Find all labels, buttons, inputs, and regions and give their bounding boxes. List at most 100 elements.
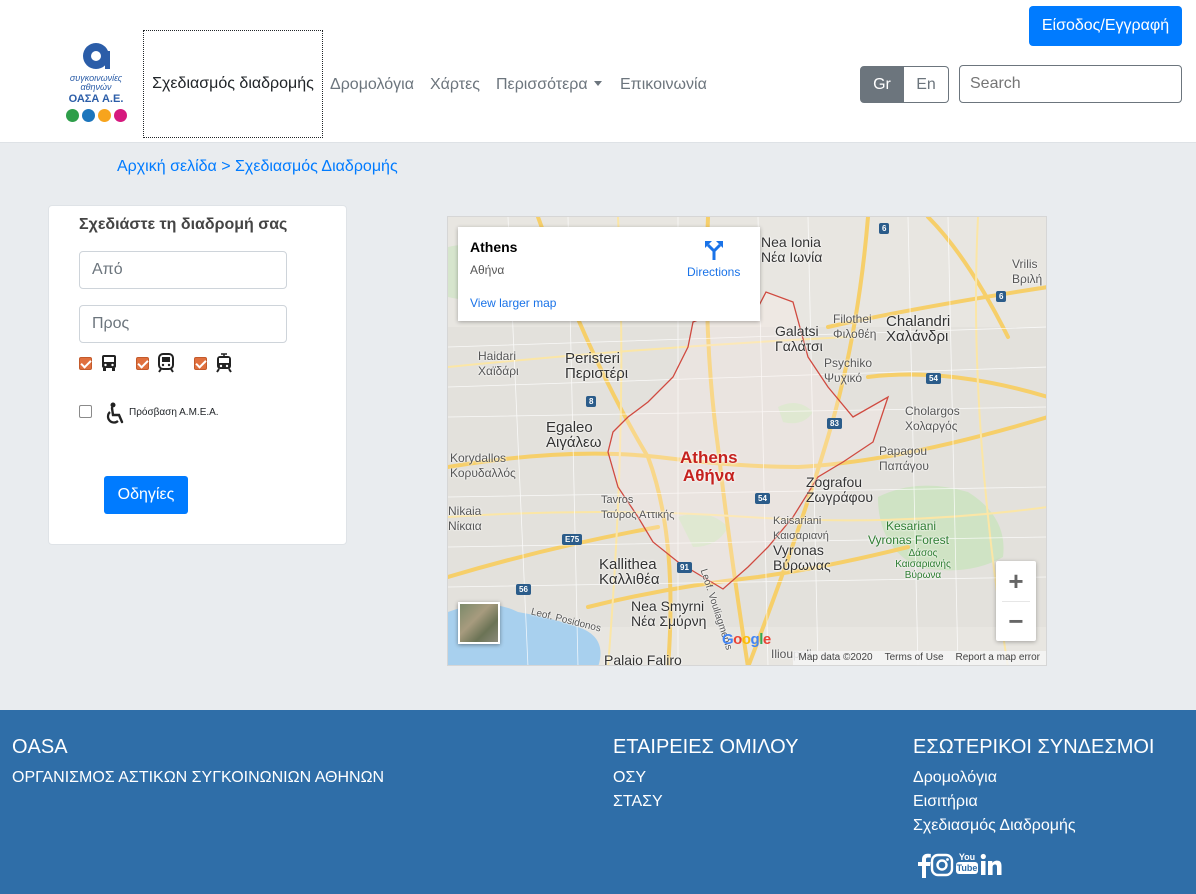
accessibility-label: Πρόσβαση Α.Μ.Ε.Α. <box>129 407 219 418</box>
zoom-in-button[interactable]: + <box>996 561 1036 601</box>
map-data-credit: Map data ©2020 <box>798 652 873 663</box>
youtube-text-you: You <box>958 852 976 862</box>
info-card-title: Athens <box>470 239 518 255</box>
oasa-logo-mark <box>83 43 110 69</box>
place-vrilis: Vrilis Βριλή <box>1012 257 1043 286</box>
metro-icon <box>158 353 174 373</box>
road-shield: 8 <box>586 396 597 407</box>
place-haidari: Haidari Χαϊδάρι <box>478 349 519 378</box>
satellite-toggle[interactable] <box>458 602 500 644</box>
place-kallithea: Kallithea Καλλιθέα <box>599 556 660 588</box>
directions-link[interactable]: Directions <box>687 265 740 279</box>
site-footer: OASA ΟΡΓΑΝΙΣΜΟΣ ΑΣΤΙΚΩΝ ΣΥΓΚΟΙΝΩΝΙΩΝ ΑΘΗ… <box>0 710 1196 894</box>
footer-group-heading: ΕΤΑΙΡΕΙΕΣ ΟΜΙΛΟΥ <box>613 736 799 758</box>
road-shield: 91 <box>677 562 692 573</box>
google-logo: Google <box>722 631 771 648</box>
place-nikaia: Nikaia Νίκαια <box>448 504 482 533</box>
nav-route-planning[interactable]: Σχεδιασμός διαδρομής <box>143 30 323 138</box>
road-shield: 56 <box>516 584 531 595</box>
nav-schedules[interactable]: Δρομολόγια <box>330 76 414 94</box>
info-card-subtitle: Αθήνα <box>470 263 505 277</box>
place-kaisariani: Kaisariani Καισαριανή <box>773 515 829 542</box>
from-input[interactable]: Από <box>79 251 287 289</box>
directions-icon[interactable] <box>703 239 725 261</box>
route-planner-panel: Σχεδιάστε τη διαδρομή σας Από Προς Πρόσβ… <box>48 205 347 545</box>
chevron-down-icon <box>593 81 602 86</box>
place-filothei: Filothei Φιλοθέη <box>833 312 877 341</box>
place-tavros: Tavros Ταύρος Αττικής <box>601 494 675 521</box>
place-cholargos: Cholargos Χολαργός <box>905 404 960 433</box>
to-input[interactable]: Προς <box>79 305 287 343</box>
logo-text-line2: αθηνών <box>80 82 112 92</box>
road-shield: 54 <box>755 493 770 504</box>
footer-link-schedules[interactable]: Δρομολόγια <box>913 769 997 787</box>
place-korydallos: Korydallos Κορυδαλλός <box>450 451 516 480</box>
road-shield: 54 <box>926 373 941 384</box>
trolley-dot-icon <box>81 109 95 122</box>
place-papagou: Papagou Παπάγου <box>879 444 929 473</box>
city-label-athens: Athens Αθήνα <box>680 448 738 485</box>
road-shield: 6 <box>996 291 1007 302</box>
place-galatsi: Galatsi Γαλάτσι <box>775 323 823 354</box>
terms-of-use-link[interactable]: Terms of Use <box>879 651 950 665</box>
bus-icon <box>102 355 116 371</box>
green-forest-greek: Δάσος Καισαριανής Βύρωνα <box>895 548 951 581</box>
map-embed[interactable]: Nea Ionia Νέα Ιωνία Galatsi Γαλάτσι Filoth… <box>447 216 1047 666</box>
navbar: συγκοινωνίες αθηνών ΟΑΣΑ Α.Ε. Σχεδιασμός… <box>0 0 1196 143</box>
youtube-text-tube: Tube <box>956 862 978 874</box>
transport-dots <box>60 109 132 122</box>
map-attribution: Map data ©2020 Terms of Use Report a map… <box>792 651 1046 665</box>
nav-maps[interactable]: Χάρτες <box>430 76 480 94</box>
tram-checkbox[interactable] <box>194 357 207 370</box>
footer-link-route-planning[interactable]: Σχεδιασμός Διαδρομής <box>913 817 1076 835</box>
footer-oasa-heading: OASA <box>12 736 68 758</box>
oasa-logo[interactable]: συγκοινωνίες αθηνών ΟΑΣΑ Α.Ε. <box>60 43 132 127</box>
footer-link-osy[interactable]: ΟΣΥ <box>613 769 646 787</box>
tram-dot-icon <box>113 109 127 122</box>
search-input[interactable] <box>959 65 1182 103</box>
road-shield: E75 <box>562 534 583 545</box>
login-register-button[interactable]: Είσοδος/Εγγραφή <box>1029 6 1182 46</box>
place-chalandri: Chalandri Χαλάνδρι <box>886 313 951 345</box>
instagram-icon[interactable] <box>930 852 954 878</box>
nav-more-dropdown[interactable]: Περισσότερα <box>496 76 602 94</box>
footer-link-stasy[interactable]: ΣΤΑΣΥ <box>613 793 663 811</box>
report-map-error-link[interactable]: Report a map error <box>950 651 1046 665</box>
bus-dot-icon <box>65 109 79 122</box>
view-larger-map-link[interactable]: View larger map <box>470 296 556 310</box>
place-nea-ionia: Nea Ionia Νέα Ιωνία <box>761 234 823 265</box>
place-zografou: Zografou Ζωγράφου <box>806 474 874 505</box>
nav-contact[interactable]: Επικοινωνία <box>620 76 707 94</box>
road-shield: 6 <box>879 223 890 234</box>
place-palaio-faliro: Palaio Faliro <box>604 652 682 666</box>
place-psychiko: Psychiko Ψυχικό <box>824 356 873 385</box>
lang-gr-button[interactable]: Gr <box>860 66 904 103</box>
zoom-control: + − <box>996 561 1036 641</box>
road-shield: 83 <box>827 418 842 429</box>
bus-checkbox[interactable] <box>79 357 92 370</box>
footer-internal-heading: ΕΣΩΤΕΡΙΚΟΙ ΣΥΝΔΕΣΜΟΙ <box>913 736 1155 758</box>
footer-link-tickets[interactable]: Εισιτήρια <box>913 793 978 811</box>
green-vyronas-forest: Vyronas Forest <box>868 533 949 547</box>
linkedin-icon[interactable] <box>980 852 1002 878</box>
tram-icon <box>216 353 232 373</box>
place-egaleo: Egaleo Αιγάλεω <box>546 419 602 451</box>
nav-more-label: Περισσότερα <box>496 76 588 93</box>
logo-text-line3: ΟΑΣΑ Α.Ε. <box>68 93 124 105</box>
zoom-out-button[interactable]: − <box>996 601 1036 641</box>
youtube-icon[interactable]: You Tube <box>956 852 978 878</box>
footer-oasa-fullname: ΟΡΓΑΝΙΣΜΟΣ ΑΣΤΙΚΩΝ ΣΥΓΚΟΙΝΩΝΙΩΝ ΑΘΗΝΩΝ <box>12 769 385 786</box>
accessibility-checkbox[interactable] <box>79 405 92 418</box>
metro-checkbox[interactable] <box>136 357 149 370</box>
get-directions-button[interactable]: Οδηγίες <box>104 476 188 514</box>
route-planner-title: Σχεδιάστε τη διαδρομή σας <box>79 216 288 233</box>
breadcrumb[interactable]: Αρχική σελίδα > Σχεδιασμός Διαδρομής <box>117 158 398 176</box>
place-peristeri: Peristeri Περιστέρι <box>565 350 629 382</box>
metro-dot-icon <box>97 109 111 122</box>
green-kesariani: Kesariani <box>886 519 937 533</box>
wheelchair-icon <box>106 402 124 424</box>
place-nea-smyrni: Nea Smyrni Νέα Σμύρνη <box>631 598 707 629</box>
language-switcher: Gr En <box>860 66 949 103</box>
lang-en-button[interactable]: En <box>904 66 949 103</box>
map-info-card: Athens Αθήνα View larger map Directions <box>458 227 760 321</box>
